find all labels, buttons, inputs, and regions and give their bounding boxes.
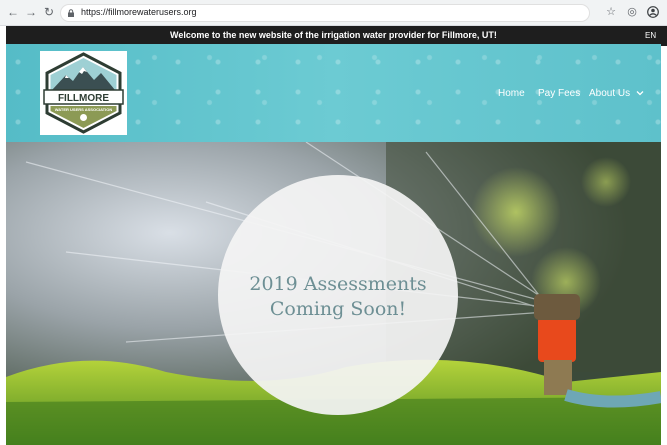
nav-about-us-label: About Us (589, 88, 631, 99)
browser-toolbar: ← → ↻ https://fillmorewaterusers.org ☆ ◎ (0, 0, 667, 26)
logo-name: FILLMORE (58, 93, 109, 104)
language-switcher[interactable]: EN (640, 26, 667, 46)
bookmark-star-icon[interactable]: ☆ (604, 5, 618, 19)
nav-home[interactable]: Home (498, 88, 525, 99)
back-icon[interactable]: ← (6, 5, 20, 19)
nav-pay-fees[interactable]: Pay Fees (538, 88, 580, 99)
language-label: EN (645, 31, 657, 40)
profile-icon[interactable] (646, 5, 660, 19)
extension-icon[interactable]: ◎ (625, 5, 639, 19)
forward-icon[interactable]: → (24, 5, 38, 19)
nav-about-us[interactable]: About Us (589, 88, 644, 99)
chevron-down-icon (636, 91, 644, 96)
site-header: FILLMORE WATER USERS ASSOCIATION Home Pa… (6, 44, 661, 142)
hero-circle (218, 175, 458, 415)
welcome-banner: Welcome to the new website of the irriga… (6, 26, 661, 44)
address-bar[interactable]: https://fillmorewaterusers.org (60, 4, 590, 22)
hero-title-line2: Coming Soon! (269, 298, 407, 320)
reload-icon[interactable]: ↻ (42, 5, 56, 19)
lock-icon (68, 9, 74, 17)
hero-title-line1: 2019 Assessments (249, 273, 427, 295)
logo-subtitle: WATER USERS ASSOCIATION (55, 107, 113, 112)
logo-badge: FILLMORE WATER USERS ASSOCIATION (43, 52, 124, 134)
site-logo[interactable]: FILLMORE WATER USERS ASSOCIATION (40, 51, 127, 135)
url-text: https://fillmorewaterusers.org (81, 7, 197, 17)
